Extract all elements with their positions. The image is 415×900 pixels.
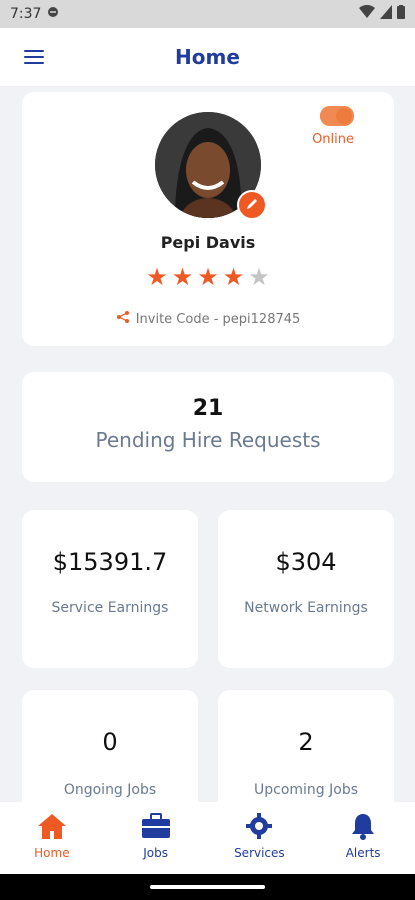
online-status-toggle[interactable] (320, 106, 354, 126)
avatar-wrapper (155, 112, 267, 220)
nav-label: Services (234, 846, 285, 860)
star-icon: ★ (146, 263, 168, 291)
pencil-icon (245, 196, 259, 215)
edit-photo-button[interactable] (237, 190, 267, 220)
star-icon: ★ (222, 263, 245, 291)
online-status-label: Online (312, 132, 354, 147)
network-earnings-card[interactable]: $304 Network Earnings (218, 510, 394, 668)
home-gesture-pill[interactable] (150, 885, 265, 889)
nav-label: Jobs (143, 846, 168, 860)
service-earnings-value: $15391.7 (52, 548, 168, 576)
home-icon (37, 812, 67, 840)
status-bar: 7:37 (0, 0, 415, 28)
upcoming-jobs-card[interactable]: 2 Upcoming Jobs (218, 690, 394, 802)
network-earnings-label: Network Earnings (244, 600, 368, 616)
pending-count: 21 (192, 396, 224, 421)
service-earnings-card[interactable]: $15391.7 Service Earnings (22, 510, 198, 668)
invite-code-text: Invite Code - pepi128745 (135, 311, 301, 327)
page-title: Home (175, 45, 240, 69)
status-time: 7:37 (10, 6, 42, 22)
nav-item-services[interactable]: Services (208, 802, 312, 874)
signal-icon (380, 5, 392, 23)
briefcase-icon (141, 812, 171, 840)
service-earnings-label: Service Earnings (51, 600, 169, 616)
battery-icon (397, 5, 405, 23)
main-content[interactable]: Online Pepi Davis ★ ★ ★ ★ ★ Invite Code … (0, 86, 415, 802)
star-icon: ★ (248, 263, 270, 291)
network-earnings-value: $304 (275, 548, 337, 576)
wifi-icon (359, 4, 375, 23)
ongoing-jobs-label: Ongoing Jobs (63, 782, 157, 798)
system-navigation-bar (0, 874, 415, 900)
nav-label: Alerts (345, 846, 381, 860)
profile-card: Online Pepi Davis ★ ★ ★ ★ ★ Invite Code … (22, 92, 394, 346)
ongoing-jobs-card[interactable]: 0 Ongoing Jobs (22, 690, 198, 802)
bell-icon (348, 812, 378, 840)
invite-code[interactable]: Invite Code - pepi128745 (22, 310, 394, 328)
notification-icon (47, 6, 59, 22)
gear-icon (244, 812, 274, 840)
ongoing-jobs-value: 0 (102, 728, 118, 756)
star-icon: ★ (197, 263, 219, 291)
bottom-navigation: Home Jobs Services Alerts (0, 802, 415, 874)
pending-label: Pending Hire Requests (95, 428, 321, 452)
share-icon (116, 310, 130, 328)
nav-item-alerts[interactable]: Alerts (311, 802, 415, 874)
hamburger-menu-icon[interactable] (24, 47, 44, 67)
user-name: Pepi Davis (160, 233, 256, 252)
nav-item-home[interactable]: Home (0, 802, 104, 874)
upcoming-jobs-value: 2 (298, 728, 314, 756)
upcoming-jobs-label: Upcoming Jobs (253, 782, 358, 798)
star-icon: ★ (171, 263, 194, 291)
rating-stars: ★ ★ ★ ★ ★ (22, 265, 394, 289)
nav-item-jobs[interactable]: Jobs (104, 802, 208, 874)
pending-hire-requests-card[interactable]: 21 Pending Hire Requests (22, 372, 394, 482)
app-header: Home (0, 28, 415, 86)
nav-label: Home (34, 846, 70, 860)
